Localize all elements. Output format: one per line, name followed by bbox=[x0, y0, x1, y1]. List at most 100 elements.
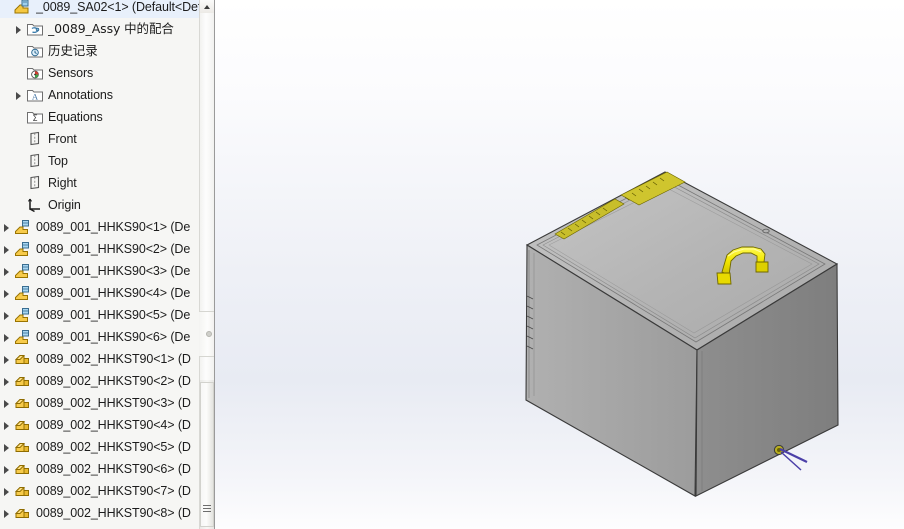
part-icon bbox=[14, 460, 32, 478]
tree-item[interactable]: 0089_002_HHKST90<8> (D bbox=[0, 502, 199, 524]
part-sheetmetal-icon bbox=[14, 284, 32, 302]
tree-item-label: Top bbox=[48, 154, 68, 168]
tree-item[interactable]: 0089_002_HHKST90<5> (D bbox=[0, 436, 199, 458]
tree-item[interactable]: A Annotations bbox=[0, 84, 199, 106]
part-icon bbox=[14, 372, 32, 390]
part-icon bbox=[14, 350, 32, 368]
plane-icon bbox=[26, 152, 44, 170]
expand-chevron-icon[interactable] bbox=[0, 326, 14, 348]
tree-item[interactable]: 历史记录 bbox=[0, 40, 199, 62]
tree-item[interactable]: 0089_002_HHKST90<3> (D bbox=[0, 392, 199, 414]
tree-item[interactable]: Origin bbox=[0, 194, 199, 216]
expand-chevron-icon[interactable] bbox=[0, 502, 14, 524]
scrollbar-grip-icon bbox=[203, 505, 211, 512]
tree-item-label: 0089_001_HHKS90<4> (De bbox=[36, 286, 191, 300]
tree-item-label: Origin bbox=[48, 198, 81, 212]
tree-item[interactable]: Right bbox=[0, 172, 199, 194]
part-icon bbox=[14, 438, 32, 456]
tree-item[interactable]: 0089_001_HHKS90<3> (De bbox=[0, 260, 199, 282]
part-sheetmetal-icon bbox=[14, 240, 32, 258]
tree-item-label: 0089_002_HHKST90<4> (D bbox=[36, 418, 191, 432]
plane-icon bbox=[26, 174, 44, 192]
tree-item[interactable]: Sensors bbox=[0, 62, 199, 84]
tree-item-label: _0089_Assy 中的配合 bbox=[48, 21, 174, 36]
equations-folder-icon: Σ bbox=[26, 108, 44, 126]
tree-item[interactable]: _0089_SA02<1> (Default<Defa bbox=[0, 0, 199, 18]
history-folder-icon bbox=[26, 42, 44, 60]
tree-item-label: 0089_001_HHKS90<6> (De bbox=[36, 330, 191, 344]
annotations-folder-icon: A bbox=[26, 86, 44, 104]
expand-chevron-icon[interactable] bbox=[0, 260, 14, 282]
tree-item-label: 历史记录 bbox=[48, 43, 98, 58]
tree-item-label: 0089_002_HHKST90<3> (D bbox=[36, 396, 191, 410]
expand-chevron-icon[interactable] bbox=[0, 392, 14, 414]
graphics-viewport[interactable] bbox=[215, 0, 904, 529]
tree-item[interactable]: 0089_002_HHKST90<4> (D bbox=[0, 414, 199, 436]
part-icon bbox=[14, 394, 32, 412]
tree-item-label: 0089_002_HHKST90<8> (D bbox=[36, 506, 191, 520]
tree-item-label: 0089_001_HHKS90<2> (De bbox=[36, 242, 191, 256]
origin-icon bbox=[26, 196, 44, 214]
assembly-icon bbox=[14, 0, 32, 16]
tree-item-label: Right bbox=[48, 176, 77, 190]
expand-chevron-icon[interactable] bbox=[12, 18, 26, 40]
part-sheetmetal-icon bbox=[14, 218, 32, 236]
expand-chevron-icon[interactable] bbox=[0, 436, 14, 458]
tree-item-label: Front bbox=[48, 132, 77, 146]
tree-item-label: 0089_002_HHKST90<7> (D bbox=[36, 484, 191, 498]
tree-item-label: 0089_002_HHKST90<1> (D bbox=[36, 352, 191, 366]
solidworks-window: _0089_SA02<1> (Default<Defa _0089_Assy 中的… bbox=[0, 0, 904, 529]
expand-chevron-icon[interactable] bbox=[0, 216, 14, 238]
expand-chevron-icon[interactable] bbox=[0, 414, 14, 436]
tree-item[interactable]: Front bbox=[0, 128, 199, 150]
expand-chevron-icon[interactable] bbox=[0, 370, 14, 392]
expand-chevron-icon[interactable] bbox=[12, 84, 26, 106]
splitter-dot-icon[interactable] bbox=[206, 331, 212, 337]
svg-text:A: A bbox=[32, 91, 39, 101]
expand-chevron-icon[interactable] bbox=[0, 524, 14, 529]
expand-chevron-icon[interactable] bbox=[0, 480, 14, 502]
assembly-model[interactable] bbox=[215, 0, 904, 529]
part-icon bbox=[14, 416, 32, 434]
tree-item[interactable]: 0089_001_HHKS90<6> (De bbox=[0, 326, 199, 348]
tree-item-label: 0089_002_HHKST90<6> (D bbox=[36, 462, 191, 476]
tree-item-label: _0089_SA02<1> (Default<Defa bbox=[36, 0, 199, 14]
tree-item[interactable]: 0089_002_HHKST90<1> (D bbox=[0, 348, 199, 370]
feature-manager-tree[interactable]: _0089_SA02<1> (Default<Defa _0089_Assy 中的… bbox=[0, 0, 199, 529]
tree-item-label: 0089_001_HHKS90<1> (De bbox=[36, 220, 191, 234]
tree-scrollbar[interactable] bbox=[199, 0, 215, 529]
tree-item[interactable]: 0089_002_HHKST90<6> (D bbox=[0, 458, 199, 480]
sensors-folder-icon bbox=[26, 64, 44, 82]
expand-chevron-icon[interactable] bbox=[0, 282, 14, 304]
expand-chevron-icon[interactable] bbox=[0, 458, 14, 480]
part-sheetmetal-icon bbox=[14, 328, 32, 346]
tree-item[interactable]: _0089_Assy 中的配合 bbox=[0, 18, 199, 40]
part-icon bbox=[14, 504, 32, 522]
tree-item[interactable]: Σ Equations bbox=[0, 106, 199, 128]
tree-item-label: Annotations bbox=[48, 88, 113, 102]
tree-item[interactable]: 0089_002_HHKST90<7> (D bbox=[0, 480, 199, 502]
mates-folder-icon bbox=[26, 20, 44, 38]
tree-item[interactable]: Top bbox=[0, 150, 199, 172]
tree-item[interactable]: 0089_001_HHKS90<4> (De bbox=[0, 282, 199, 304]
tree-item[interactable]: 0089_002_HHKST90<9> (D bbox=[0, 524, 199, 529]
tree-item[interactable]: 0089_001_HHKS90<5> (De bbox=[0, 304, 199, 326]
expand-chevron-icon[interactable] bbox=[0, 348, 14, 370]
expand-chevron-icon[interactable] bbox=[0, 304, 14, 326]
tree-item-label: 0089_001_HHKS90<3> (De bbox=[36, 264, 191, 278]
tree-item[interactable]: 0089_002_HHKST90<2> (D bbox=[0, 370, 199, 392]
tree-item[interactable]: 0089_001_HHKS90<2> (De bbox=[0, 238, 199, 260]
expand-chevron-icon[interactable] bbox=[0, 238, 14, 260]
part-icon bbox=[14, 482, 32, 500]
scroll-up-arrow-icon[interactable] bbox=[200, 0, 214, 13]
tree-item[interactable]: 0089_001_HHKS90<1> (De bbox=[0, 216, 199, 238]
svg-text:Σ: Σ bbox=[32, 113, 37, 123]
plane-icon bbox=[26, 130, 44, 148]
tree-item-label: Equations bbox=[48, 110, 103, 124]
part-sheetmetal-icon bbox=[14, 306, 32, 324]
